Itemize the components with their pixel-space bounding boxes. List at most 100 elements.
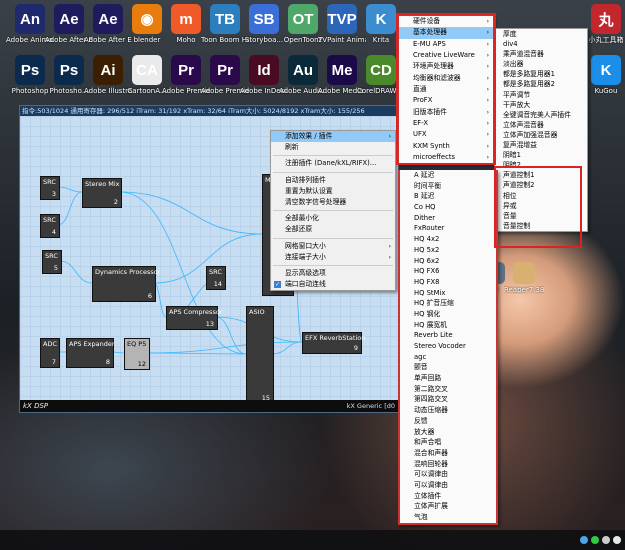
menu-item[interactable]: HQ FX6 bbox=[400, 266, 496, 277]
context-menu[interactable]: 添加效果 / 插件 › 刷新注册插件 (Dane/kXL/RIFX)... 自动排列插… bbox=[270, 130, 396, 292]
app-name-label: kX DSP bbox=[23, 402, 49, 410]
menu-item[interactable]: HQ 展宽机 bbox=[400, 320, 496, 331]
menu-item[interactable]: 可以调律由 bbox=[400, 480, 496, 491]
menu-item-label: 和声合唱 bbox=[414, 438, 442, 447]
dsp-module[interactable]: ADC 7 bbox=[40, 338, 60, 368]
menu-item[interactable]: div4 bbox=[495, 39, 587, 49]
menu-separator bbox=[273, 171, 393, 173]
menu-item[interactable]: 混合和声器 bbox=[400, 448, 496, 459]
menu-item[interactable]: HQ 扩音压缩 bbox=[400, 298, 496, 309]
highlight-box-categories bbox=[396, 13, 496, 165]
menu-item[interactable]: 时间平衡 bbox=[400, 181, 496, 192]
menu-item[interactable]: 都是多路复用器1 bbox=[495, 69, 587, 79]
menu-item[interactable]: Reverb Lite bbox=[400, 330, 496, 341]
menu-item[interactable]: 阴暗1 bbox=[495, 150, 587, 160]
dsp-module[interactable]: APS Compressor 13 bbox=[166, 306, 222, 330]
menu-item[interactable]: 淡出器 bbox=[495, 59, 587, 69]
menu-item[interactable]: 注册插件 (Dane/kXL/RIFX)... bbox=[271, 158, 395, 169]
menu-item[interactable]: 全部最小化 bbox=[271, 213, 395, 224]
dsp-module[interactable]: ASIO 15 bbox=[246, 306, 274, 400]
menu-item[interactable]: agc bbox=[400, 352, 496, 363]
menu-item[interactable]: 和声合唱 bbox=[400, 437, 496, 448]
menu-item[interactable]: 立体插件 bbox=[400, 491, 496, 502]
menu-item[interactable]: 立体声加强混音器 bbox=[495, 130, 587, 140]
plugin-list-menu[interactable]: A 延迟 时间平衡 B 延迟 Co HQ Dither FxRouter HQ 4x2 HQ … bbox=[398, 170, 498, 525]
menu-item[interactable]: 乘声道混音器 bbox=[495, 49, 587, 59]
menu-item[interactable]: 显示高级选项 bbox=[271, 268, 395, 279]
menu-item[interactable]: 全部还原 bbox=[271, 224, 395, 235]
menu-item[interactable]: 都是多路复用器2 bbox=[495, 79, 587, 89]
menu-item[interactable]: 端口自动连线 ✓ bbox=[271, 279, 395, 290]
menu-item-label: 干声放大 bbox=[503, 100, 531, 109]
menu-item[interactable]: 动态压缩器 bbox=[400, 405, 496, 416]
tray-wechat-icon[interactable] bbox=[591, 536, 599, 544]
menu-item-label: 显示高级选项 bbox=[285, 268, 326, 277]
menu-item[interactable]: HQ 6x2 bbox=[400, 256, 496, 267]
dsp-module[interactable]: Dynamics Processor 6 bbox=[92, 266, 160, 302]
module-name: EFX ReverbStation bbox=[305, 334, 366, 342]
menu-item[interactable]: 气泡 bbox=[400, 512, 496, 523]
wire bbox=[57, 191, 83, 226]
dsp-module[interactable]: SRC 5 bbox=[42, 250, 62, 274]
app-icon: Au bbox=[288, 55, 318, 85]
menu-item[interactable]: HQ 4x2 bbox=[400, 234, 496, 245]
menu-item[interactable]: FxRouter bbox=[400, 223, 496, 234]
menu-item[interactable]: 反馈 bbox=[400, 416, 496, 427]
menu-item[interactable]: 可以调律由 bbox=[400, 469, 496, 480]
app-icon: CD bbox=[366, 55, 396, 85]
menu-item[interactable]: HQ StMix bbox=[400, 288, 496, 299]
menu-item[interactable]: 全键调音完美人声插件 bbox=[495, 110, 587, 120]
menu-item[interactable]: 厚度 bbox=[495, 29, 587, 39]
menu-item[interactable]: 第二路交叉 bbox=[400, 384, 496, 395]
menu-item[interactable]: 颤音 bbox=[400, 362, 496, 373]
menu-item[interactable]: 干声放大 bbox=[495, 100, 587, 110]
menu-item[interactable]: 平声调节 bbox=[495, 90, 587, 100]
menu-item[interactable]: Dither bbox=[400, 213, 496, 224]
menu-item[interactable]: 立体声混音器 bbox=[495, 120, 587, 130]
dsp-module[interactable]: EQ P5 12 bbox=[124, 338, 150, 370]
menu-item[interactable]: 刷新 bbox=[271, 142, 395, 153]
menu-item[interactable]: 重置为默认设置 bbox=[271, 186, 395, 197]
menu-item[interactable]: 混响回轮器 bbox=[400, 459, 496, 470]
dsp-module[interactable]: EFX ReverbStation 9 bbox=[302, 332, 366, 354]
menu-item[interactable]: 单声回路 bbox=[400, 373, 496, 384]
menu-item[interactable]: Co HQ bbox=[400, 202, 496, 213]
app-icon: CA bbox=[132, 55, 162, 85]
menu-item[interactable]: HQ 钢化 bbox=[400, 309, 496, 320]
menu-item[interactable]: 自动排列插件 bbox=[271, 175, 395, 186]
tray-volume-icon[interactable] bbox=[602, 536, 610, 544]
tray-battery-icon[interactable] bbox=[613, 536, 621, 544]
menu-item-label: 时间平衡 bbox=[414, 181, 442, 190]
menu-item-label: A 延迟 bbox=[414, 171, 435, 179]
menu-item[interactable]: 网格窗口大小 › bbox=[271, 241, 395, 252]
menu-item[interactable]: Stereo Vocoder bbox=[400, 341, 496, 352]
menu-item-label: 淡出器 bbox=[503, 60, 524, 69]
desktop-shortcut[interactable]: 丸小丸工具箱 bbox=[582, 4, 625, 44]
menu-item[interactable]: 立体声扩展 bbox=[400, 501, 496, 512]
menu-item[interactable]: 清空数字信号处理器 bbox=[271, 197, 395, 208]
menu-item[interactable]: B 延迟 bbox=[400, 191, 496, 202]
dsp-module[interactable]: SRC 4 bbox=[40, 214, 60, 238]
desktop-shortcut[interactable]: Reaper7.38 独立调试 bbox=[504, 262, 544, 294]
menu-item[interactable]: 添加效果 / 插件 › bbox=[271, 131, 395, 143]
menu-item[interactable]: HQ 5x2 bbox=[400, 245, 496, 256]
menu-item[interactable]: A 延迟 bbox=[400, 170, 496, 181]
menu-item[interactable]: 连接端子大小 › bbox=[271, 252, 395, 263]
app-icon: K bbox=[591, 55, 621, 85]
dsp-module[interactable]: APS Expander 8 bbox=[66, 338, 115, 368]
module-name: Dynamics Processor bbox=[95, 268, 161, 276]
menu-item[interactable]: 复声混增益 bbox=[495, 140, 587, 150]
tray-network-icon[interactable] bbox=[580, 536, 588, 544]
dsp-module[interactable]: SRC 3 bbox=[40, 176, 60, 200]
menu-item[interactable]: 放大器 bbox=[400, 427, 496, 438]
menu-item-label: 重置为默认设置 bbox=[285, 186, 333, 195]
app-icon: TVP bbox=[327, 4, 357, 34]
dsp-module[interactable]: Stereo Mix 2 bbox=[82, 178, 122, 208]
dsp-module[interactable]: SRC 14 bbox=[206, 266, 226, 290]
menu-item[interactable]: 第四路交叉 bbox=[400, 394, 496, 405]
menu-item[interactable]: HQ FX8 bbox=[400, 277, 496, 288]
menu-item-label: 添加效果 / 插件 bbox=[285, 132, 333, 140]
menu-item-label: 反馈 bbox=[414, 416, 428, 425]
desktop-shortcut[interactable]: K KuGou bbox=[582, 55, 625, 95]
menu-item-label: HQ 5x2 bbox=[414, 245, 440, 254]
